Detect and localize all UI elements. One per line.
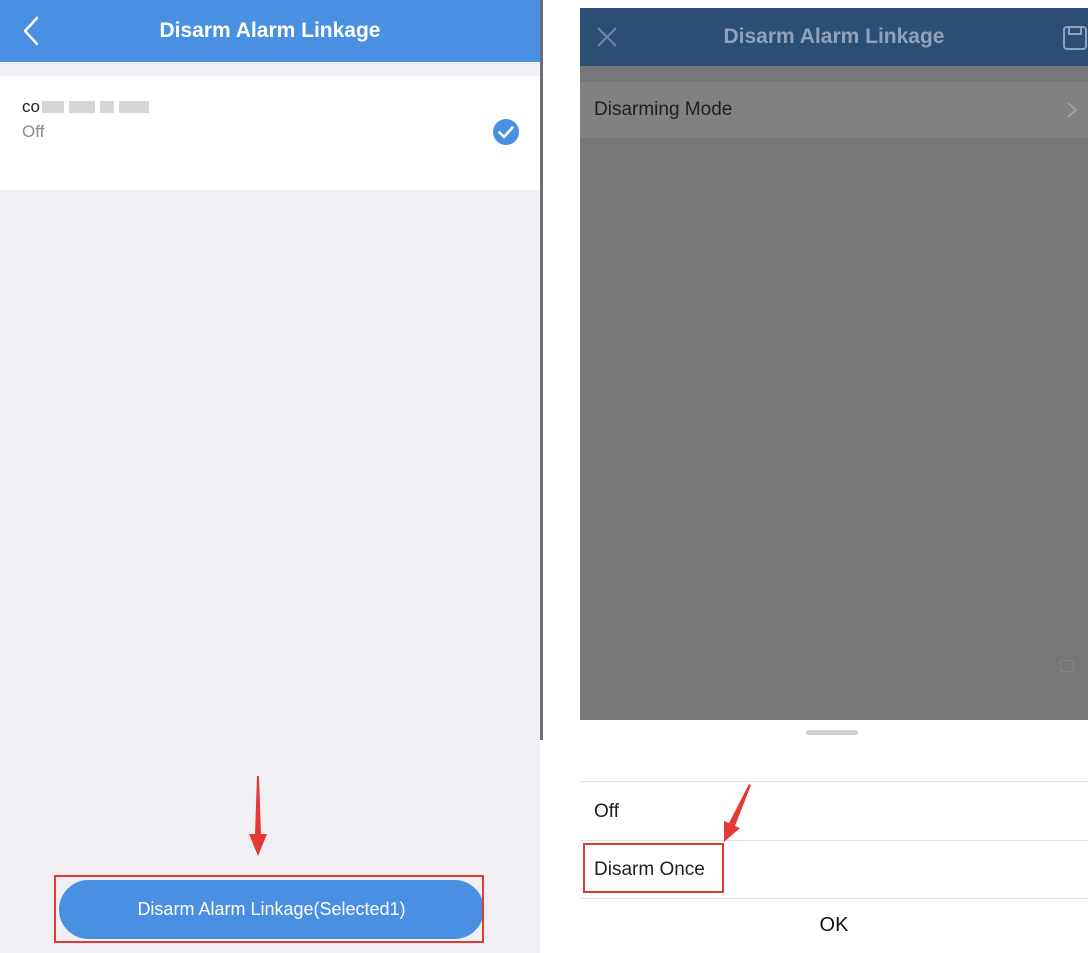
divider xyxy=(580,781,1088,782)
back-arrow-icon xyxy=(23,16,39,46)
device-status: Off xyxy=(22,122,45,141)
divider xyxy=(580,898,1088,899)
left-phone-screen: Disarm Alarm Linkage co Off Disarm Alarm… xyxy=(0,0,540,953)
annotation-arrow xyxy=(724,784,751,842)
back-button[interactable] xyxy=(14,14,48,48)
annotation-arrow xyxy=(249,776,267,856)
close-icon[interactable] xyxy=(594,24,620,50)
ok-button[interactable]: OK xyxy=(580,900,1088,950)
screen-edge-divider xyxy=(540,0,543,740)
page-title: Disarm Alarm Linkage xyxy=(723,25,945,48)
disarming-mode-label: Disarming Mode xyxy=(594,99,733,120)
save-icon[interactable] xyxy=(1062,25,1088,51)
disarming-mode-row[interactable]: Disarming Mode xyxy=(580,82,1088,138)
device-list-item[interactable]: co Off xyxy=(0,76,540,190)
left-header-bar: Disarm Alarm Linkage xyxy=(0,0,540,62)
check-circle-icon[interactable] xyxy=(492,118,520,146)
annotation-highlight-box xyxy=(583,843,724,893)
device-name: co xyxy=(22,97,40,116)
option-off[interactable]: Off xyxy=(580,784,1088,840)
right-phone-screen: Disarm Alarm Linkage Disarming Mode Off … xyxy=(580,8,1088,953)
dimmed-overlay[interactable]: Disarming Mode xyxy=(580,66,1088,720)
device-name-container: co xyxy=(22,96,149,118)
sheet-drag-handle[interactable] xyxy=(806,730,858,735)
bottom-sheet: Off Disarm Once OK xyxy=(580,720,1088,953)
divider xyxy=(580,840,1088,841)
faint-overlay-mark xyxy=(1060,660,1074,672)
option-off-label: Off xyxy=(594,801,619,822)
right-header-bar: Disarm Alarm Linkage xyxy=(580,8,1088,66)
page-title: Disarm Alarm Linkage xyxy=(159,19,381,42)
redacted-text-mask xyxy=(41,101,149,113)
chevron-right-icon xyxy=(1067,102,1078,118)
annotation-highlight-box xyxy=(54,875,484,943)
